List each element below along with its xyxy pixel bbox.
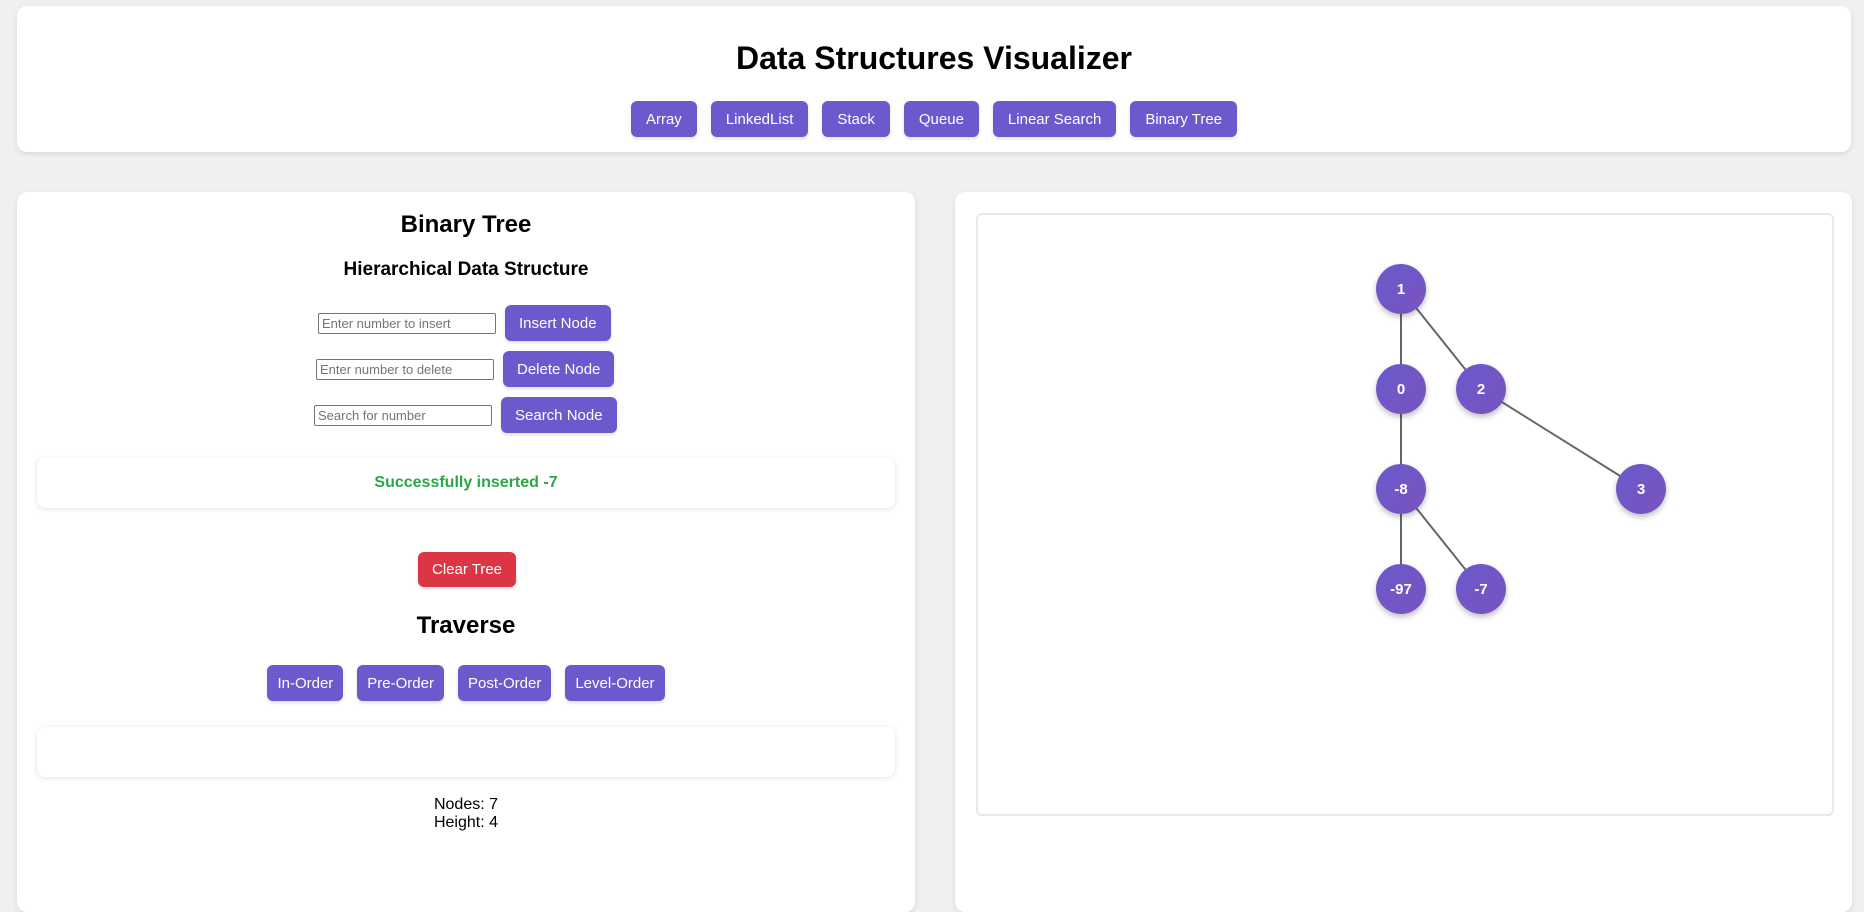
insert-row: Insert Node [318,305,611,341]
traversal-output-box [37,727,895,777]
status-message-box: Successfully inserted -7 [37,458,895,508]
nav-queue-button[interactable]: Queue [903,101,979,137]
tree-node[interactable]: 2 [1456,364,1506,414]
insert-node-button[interactable]: Insert Node [505,305,611,341]
delete-row: Delete Node [316,351,615,387]
panel-title: Binary Tree [400,211,532,238]
in-order-button[interactable]: In-Order [267,665,344,701]
tree-node[interactable]: 3 [1616,464,1666,514]
delete-node-button[interactable]: Delete Node [503,351,615,387]
traverse-title: Traverse [416,612,516,639]
tree-node[interactable]: 1 [1376,264,1426,314]
nav-array-button[interactable]: Array [630,101,697,137]
traversal-buttons: In-Order Pre-Order Post-Order Level-Orde… [17,665,915,701]
nav-linkedlist-button[interactable]: LinkedList [710,101,809,137]
tree-height: Height: 4 [433,814,499,831]
clear-tree-button[interactable]: Clear Tree [418,552,517,587]
search-node-button[interactable]: Search Node [501,397,617,433]
tree-node[interactable]: -8 [1376,464,1426,514]
tree-edge [1480,388,1642,490]
delete-input[interactable] [316,358,494,380]
level-order-button[interactable]: Level-Order [565,665,665,701]
tree-node[interactable]: -7 [1456,564,1506,614]
app-title: Data Structures Visualizer [735,40,1132,76]
nav-stack-button[interactable]: Stack [822,101,890,137]
search-input[interactable] [314,404,492,426]
panel-subtitle: Hierarchical Data Structure [343,259,589,280]
insert-input[interactable] [318,312,496,334]
structure-nav: Array LinkedList Stack Queue Linear Sear… [17,101,1851,137]
tree-canvas: 1 0 2 -8 3 -97 -7 [976,213,1834,816]
search-row: Search Node [314,397,617,433]
status-message: Successfully inserted -7 [374,474,558,491]
node-count: Nodes: 7 [433,796,499,813]
nav-binary-tree-button[interactable]: Binary Tree [1130,101,1238,137]
tree-stats: Nodes: 7 Height: 4 [17,796,915,832]
nav-linear-search-button[interactable]: Linear Search [992,101,1117,137]
pre-order-button[interactable]: Pre-Order [357,665,444,701]
post-order-button[interactable]: Post-Order [457,665,552,701]
app-header: Data Structures Visualizer Array LinkedL… [17,6,1851,152]
tree-node[interactable]: 0 [1376,364,1426,414]
tree-node[interactable]: -97 [1376,564,1426,614]
